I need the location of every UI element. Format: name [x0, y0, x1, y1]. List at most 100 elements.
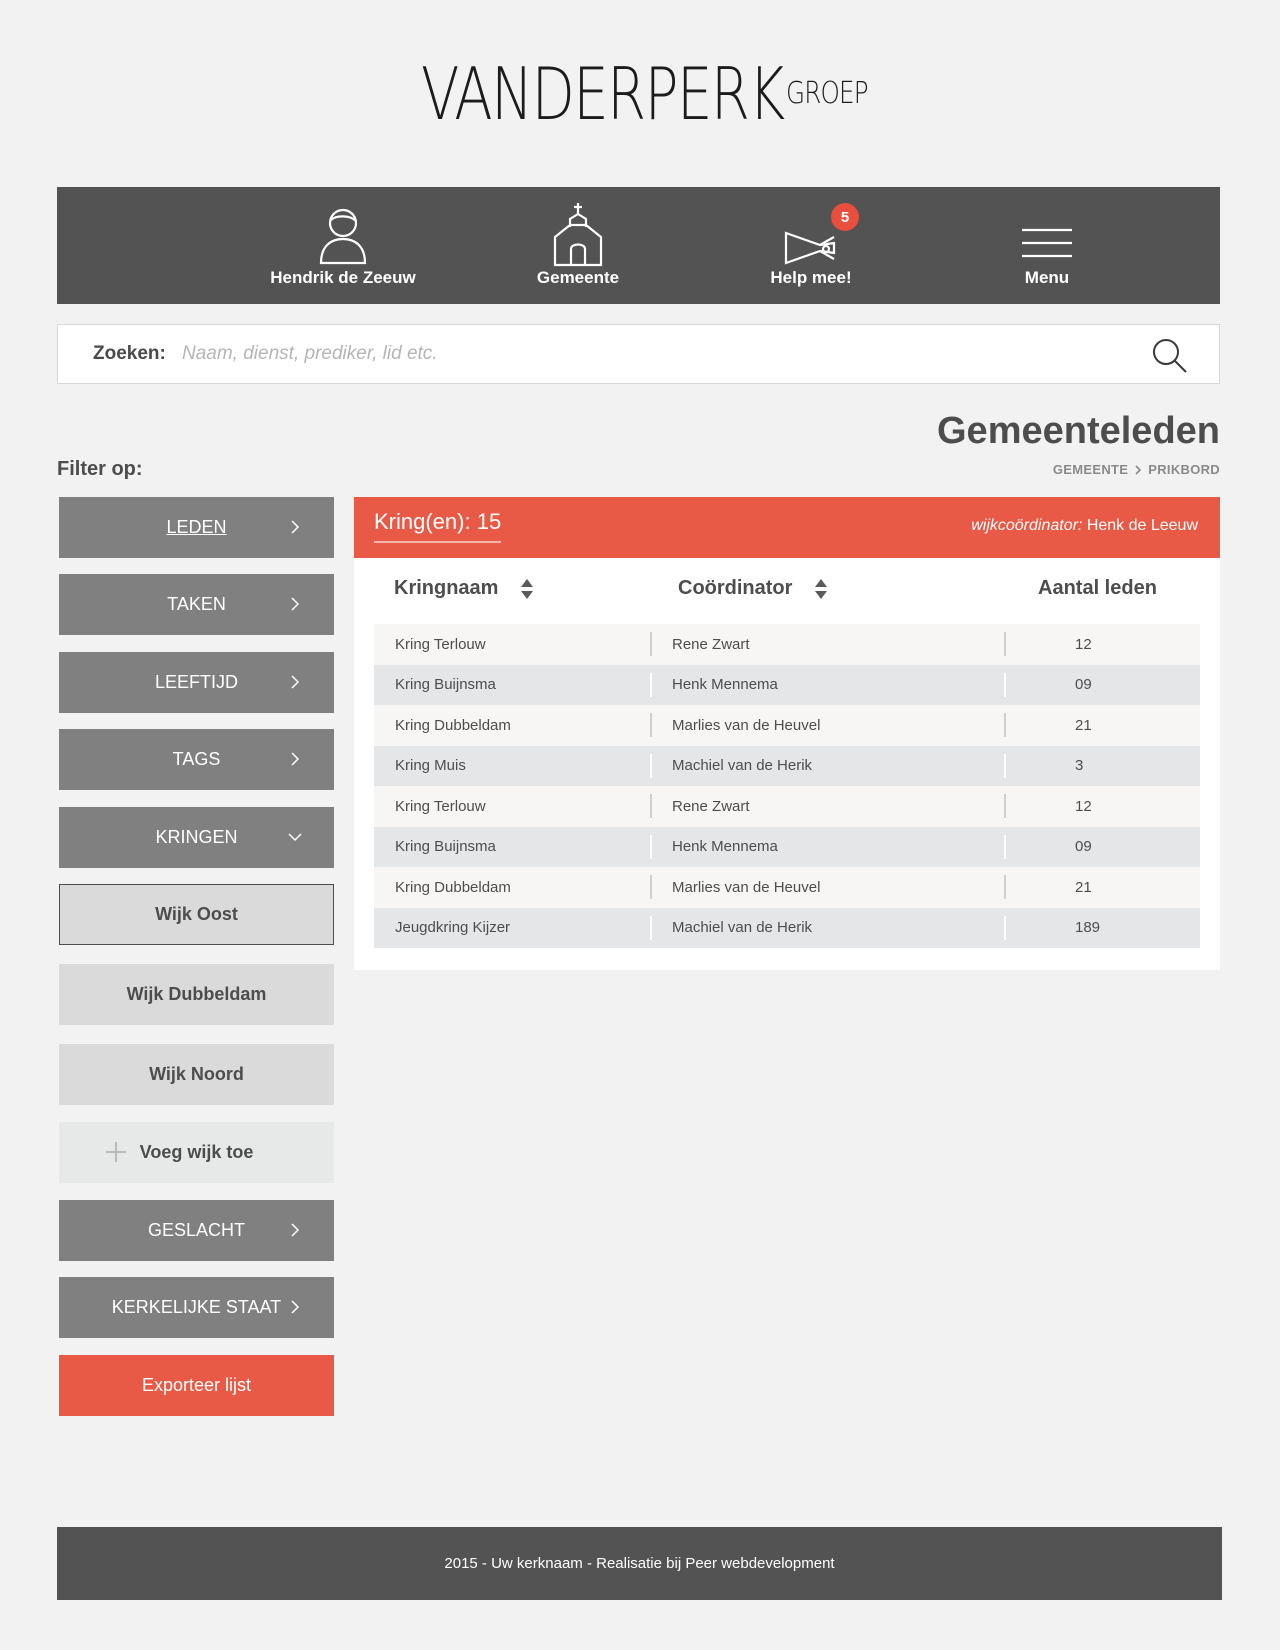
cell-coordinator: Henk Mennema: [672, 838, 778, 856]
cell-coordinator: Rene Zwart: [672, 797, 750, 815]
cell-aantal: 09: [1075, 838, 1092, 856]
table-row[interactable]: Kring Buijnsma Henk Mennema 09: [374, 826, 1200, 867]
search-icon[interactable]: [1151, 337, 1189, 375]
cell-kringnaam: Kring Dubbeldam: [395, 878, 511, 896]
filter-kerkelijke-staat-button[interactable]: KERKELIJKE STAAT: [59, 1277, 334, 1338]
wijk-label: Wijk Oost: [155, 904, 238, 924]
chevron-right-icon: [291, 1300, 300, 1314]
cell-kringnaam: Kring Buijnsma: [395, 676, 496, 694]
column-header-aantal-leden: Aantal leden: [1038, 577, 1157, 600]
wijk-label: Wijk Noord: [149, 1064, 244, 1084]
plus-icon: [106, 1142, 126, 1162]
church-icon: [553, 203, 603, 267]
nav-item-profile[interactable]: Hendrik de Zeeuw: [243, 187, 443, 304]
cell-kringnaam: Jeugdkring Kijzer: [395, 919, 511, 937]
filter-leden-label: LEDEN: [166, 517, 227, 537]
filter-taken-button[interactable]: TAKEN: [59, 574, 334, 635]
nav-item-gemeente[interactable]: Gemeente: [478, 187, 678, 304]
cell-coordinator: Rene Zwart: [672, 635, 750, 653]
cell-kringnaam: Kring Buijnsma: [395, 838, 496, 856]
hamburger-icon: [1022, 228, 1072, 258]
nav-item-label: Help mee!: [770, 268, 852, 287]
breadcrumb-item-gemeente[interactable]: GEMEENTE: [1053, 462, 1128, 477]
cell-aantal: 21: [1075, 716, 1092, 734]
chevron-right-icon: [291, 675, 300, 689]
coordinator-info: wijkcoördinator: Henk de Leeuw: [971, 517, 1198, 535]
coordinator-prefix: wijkcoördinator:: [971, 517, 1083, 534]
table-row[interactable]: Kring Dubbeldam Marlies van de Heuvel 21: [374, 867, 1200, 908]
column-label: Aantal leden: [1038, 577, 1157, 599]
kringen-count: Kring(en): 15: [374, 509, 502, 543]
nav-item-menu[interactable]: Menu: [947, 187, 1147, 304]
footer: 2015 - Uw kerknaam - Realisatie bij Peer…: [57, 1527, 1222, 1600]
filter-geslacht-button[interactable]: GESLACHT: [59, 1200, 334, 1261]
table-row[interactable]: Kring Terlouw Rene Zwart 12: [374, 624, 1200, 665]
filter-tags-button[interactable]: TAGS: [59, 729, 334, 790]
filter-kerkelijke-staat-label: KERKELIJKE STAAT: [111, 1297, 282, 1317]
chevron-right-icon: [291, 597, 300, 611]
nav-item-label: Gemeente: [536, 268, 620, 287]
filter-geslacht-label: GESLACHT: [147, 1220, 246, 1240]
wijk-label: Wijk Dubbeldam: [126, 984, 267, 1004]
cell-coordinator: Machiel van de Herik: [672, 757, 813, 775]
footer-text: 2015 - Uw kerknaam - Realisatie bij Peer…: [444, 1555, 835, 1572]
nav-item-help[interactable]: 5 Help mee!: [711, 187, 911, 304]
panel-header: Kring(en): 15 wijkcoördinator: Henk de L…: [354, 497, 1220, 558]
column-header-kringnaam[interactable]: Kringnaam: [394, 577, 534, 600]
chevron-right-icon: [291, 752, 300, 766]
wijk-dubbeldam-button[interactable]: Wijk Dubbeldam: [59, 964, 334, 1025]
column-label: Coördinator: [678, 577, 793, 599]
export-label: Exporteer lijst: [141, 1375, 252, 1395]
add-wijk-button[interactable]: Voeg wijk toe: [59, 1122, 334, 1183]
wijk-oost-button[interactable]: Wijk Oost: [59, 884, 334, 945]
notification-badge: 5: [831, 203, 859, 231]
filter-leden-button[interactable]: LEDEN: [59, 497, 334, 558]
cell-aantal: 3: [1075, 757, 1084, 775]
cell-coordinator: Marlies van de Heuvel: [672, 716, 821, 734]
add-wijk-label: Voeg wijk toe: [139, 1142, 254, 1162]
filter-kringen-button[interactable]: KRINGEN: [59, 807, 334, 868]
table-row[interactable]: Kring Terlouw Rene Zwart 12: [374, 786, 1200, 827]
top-nav: Hendrik de Zeeuw Gemeente 5 Help mee! Me…: [57, 187, 1220, 304]
filter-leeftijd-button[interactable]: LEEFTIJD: [59, 652, 334, 713]
brand-logo: VANDERPERK GROEP: [421, 58, 886, 130]
page-title: Gemeenteleden: [937, 410, 1220, 452]
logo-main-text: VANDERPERK: [421, 52, 785, 136]
column-header-coordinator[interactable]: Coördinator: [678, 577, 828, 600]
user-icon: [319, 208, 367, 265]
cell-coordinator: Marlies van de Heuvel: [672, 878, 821, 896]
cell-aantal: 189: [1075, 919, 1101, 937]
sort-icon[interactable]: [520, 578, 534, 600]
search-input[interactable]: [182, 338, 1082, 370]
cell-coordinator: Henk Mennema: [672, 676, 778, 694]
chevron-down-icon: [288, 833, 302, 842]
cell-aantal: 21: [1075, 878, 1092, 896]
chevron-right-icon: [291, 520, 300, 534]
chevron-right-icon: [291, 1223, 300, 1237]
table-row[interactable]: Jeugdkring Kijzer Machiel van de Herik 1…: [374, 907, 1200, 948]
kringen-panel: Kring(en): 15 wijkcoördinator: Henk de L…: [354, 497, 1220, 970]
table-row[interactable]: Kring Buijnsma Henk Mennema 09: [374, 664, 1200, 705]
breadcrumb-item-prikbord[interactable]: PRIKBORD: [1148, 462, 1220, 477]
cell-kringnaam: Kring Dubbeldam: [395, 716, 511, 734]
export-list-button[interactable]: Exporteer lijst: [59, 1355, 334, 1416]
table-row[interactable]: Kring Muis Machiel van de Herik 3: [374, 745, 1200, 786]
column-label: Kringnaam: [394, 577, 499, 599]
cell-aantal: 12: [1075, 635, 1092, 653]
nav-item-label: Menu: [1024, 268, 1070, 287]
sort-icon[interactable]: [814, 578, 828, 600]
nav-item-label: Hendrik de Zeeuw: [270, 268, 416, 287]
table-row[interactable]: Kring Dubbeldam Marlies van de Heuvel 21: [374, 705, 1200, 746]
logo-suffix-text: GROEP: [786, 76, 869, 111]
filter-taken-label: TAKEN: [167, 594, 226, 614]
cell-coordinator: Machiel van de Herik: [672, 919, 813, 937]
filter-title: Filter op:: [57, 458, 143, 480]
filter-kringen-label: KRINGEN: [155, 827, 238, 847]
cell-kringnaam: Kring Terlouw: [395, 635, 486, 653]
cell-aantal: 09: [1075, 676, 1092, 694]
cell-aantal: 12: [1075, 797, 1092, 815]
kringen-table: Kring Terlouw Rene Zwart 12 Kring Buijns…: [374, 624, 1200, 948]
search-label: Zoeken:: [93, 343, 166, 364]
wijk-noord-button[interactable]: Wijk Noord: [59, 1044, 334, 1105]
search-bar: Zoeken:: [57, 324, 1220, 384]
